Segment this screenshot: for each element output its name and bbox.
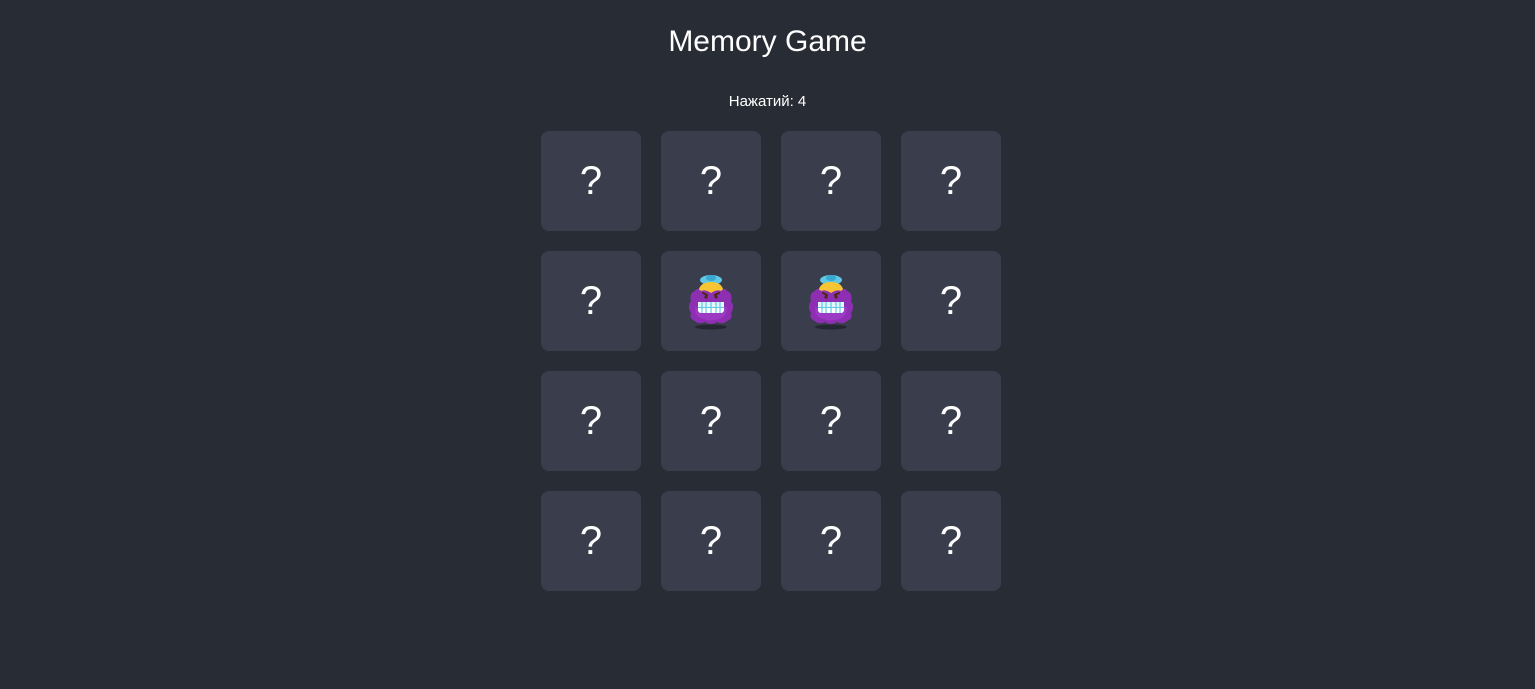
question-mark-icon: ? <box>939 279 963 323</box>
purple-monster-icon <box>689 275 733 330</box>
question-mark-icon: ? <box>819 519 843 563</box>
card-hidden[interactable]: ? <box>781 131 881 231</box>
card-hidden[interactable]: ? <box>661 491 761 591</box>
question-mark-icon: ? <box>579 519 603 563</box>
card-hidden[interactable]: ? <box>541 371 641 471</box>
question-mark-icon: ? <box>699 159 723 203</box>
question-mark-icon: ? <box>939 159 963 203</box>
card-hidden[interactable]: ? <box>541 491 641 591</box>
card-hidden[interactable]: ? <box>661 371 761 471</box>
card-revealed[interactable] <box>781 251 881 351</box>
card-hidden[interactable]: ? <box>901 251 1001 351</box>
card-hidden[interactable]: ? <box>541 251 641 351</box>
card-hidden[interactable]: ? <box>541 131 641 231</box>
question-mark-icon: ? <box>819 159 843 203</box>
card-hidden[interactable]: ? <box>901 371 1001 471</box>
question-mark-icon: ? <box>699 399 723 443</box>
card-hidden[interactable]: ? <box>781 491 881 591</box>
question-mark-icon: ? <box>579 159 603 203</box>
card-revealed[interactable] <box>661 251 761 351</box>
card-hidden[interactable]: ? <box>781 371 881 471</box>
card-hidden[interactable]: ? <box>901 491 1001 591</box>
memory-game-app: Memory Game Нажатий: 4 ????? ? ? ? ? ? ?… <box>0 0 1535 689</box>
card-hidden[interactable]: ? <box>661 131 761 231</box>
question-mark-icon: ? <box>579 399 603 443</box>
question-mark-icon: ? <box>819 399 843 443</box>
page-title: Memory Game <box>668 25 867 58</box>
question-mark-icon: ? <box>939 519 963 563</box>
card-hidden[interactable]: ? <box>901 131 1001 231</box>
question-mark-icon: ? <box>579 279 603 323</box>
purple-monster-icon <box>809 275 853 330</box>
click-counter: Нажатий: 4 <box>728 93 807 110</box>
game-board: ????? ? ? ? ? ? ? ? ? ? <box>541 131 1001 591</box>
question-mark-icon: ? <box>939 399 963 443</box>
question-mark-icon: ? <box>699 519 723 563</box>
